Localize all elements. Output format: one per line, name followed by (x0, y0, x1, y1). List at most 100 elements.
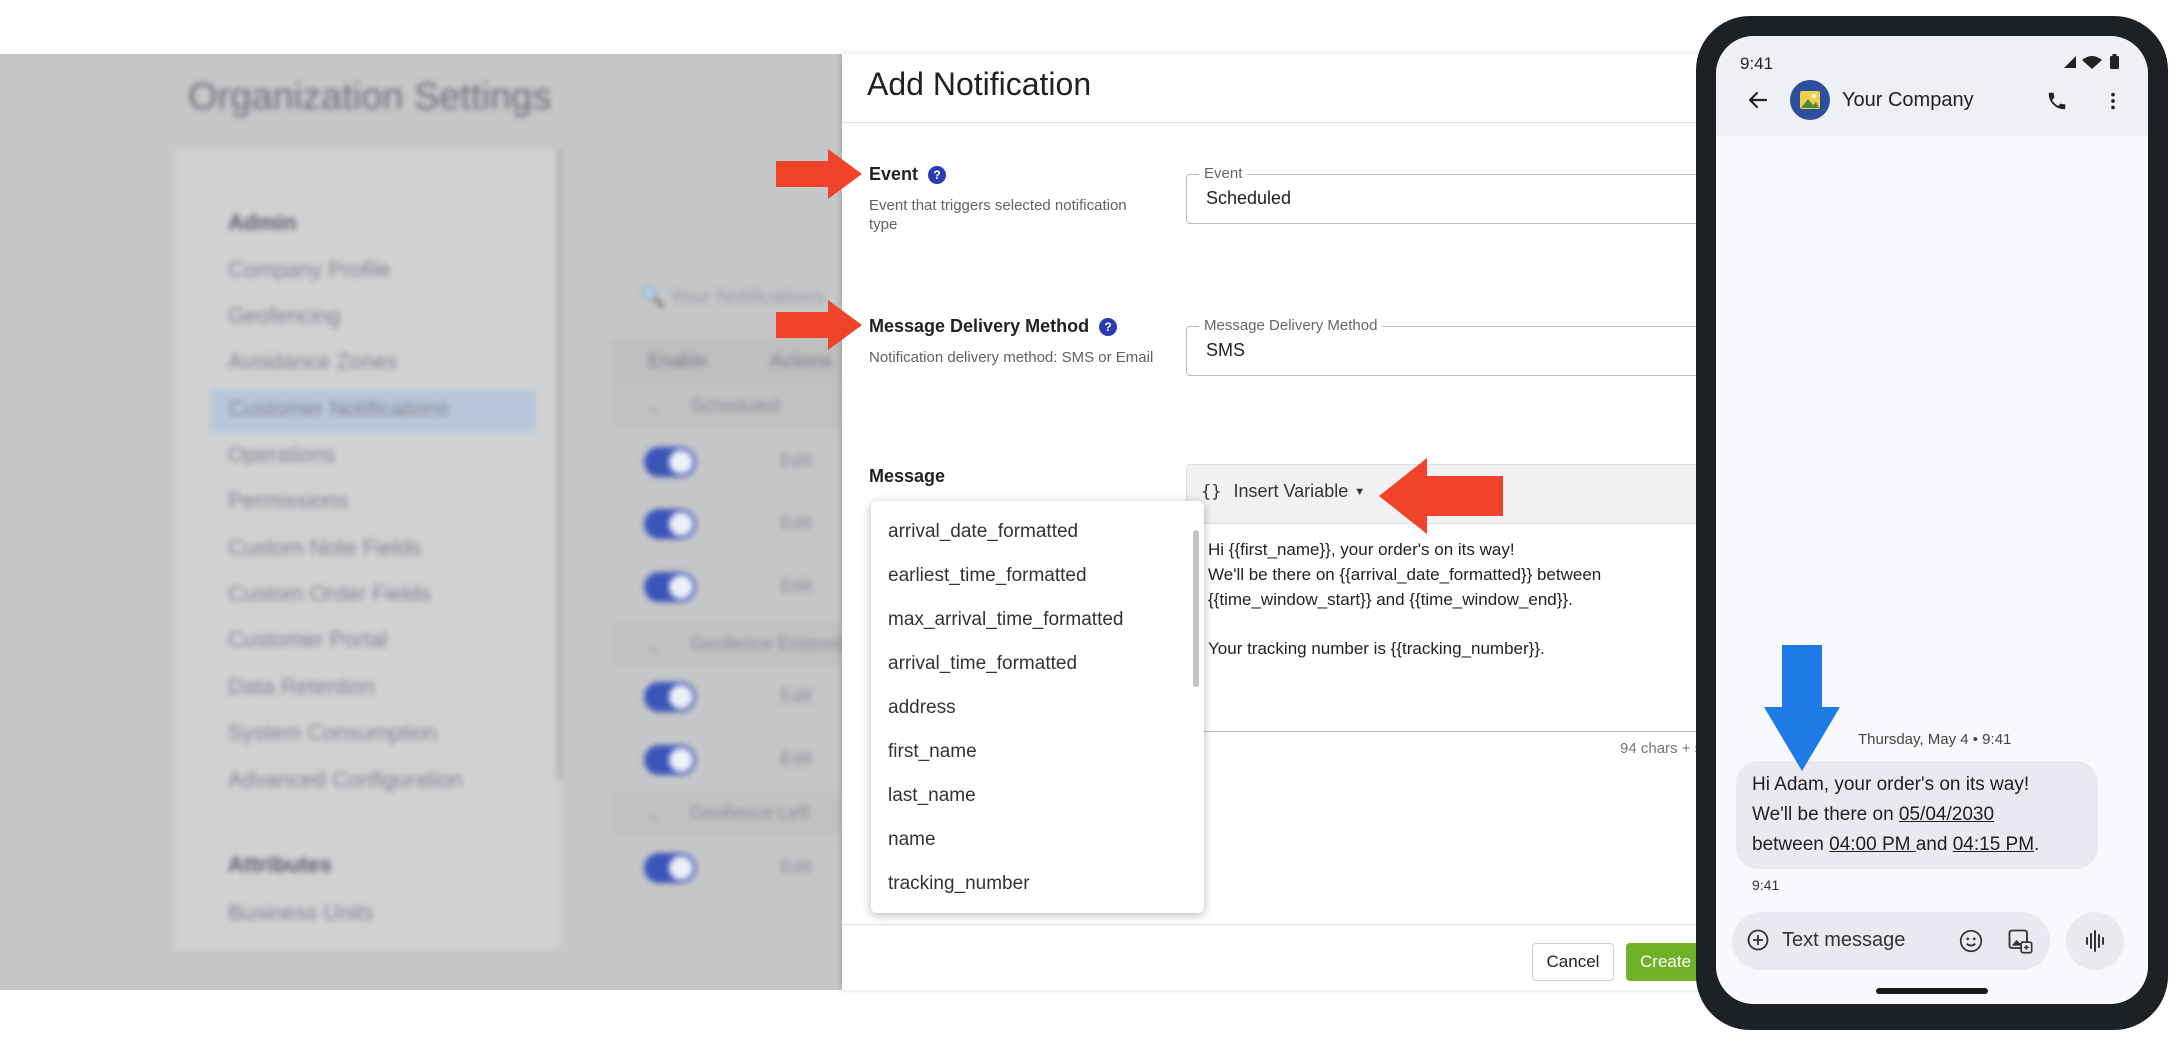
more-vert-icon[interactable] (2102, 90, 2124, 112)
bg-sidebar-item[interactable]: System Consumption (228, 720, 437, 746)
bg-edit-link[interactable]: Edit (780, 451, 813, 473)
chat-area (1716, 136, 2148, 1004)
modal-footer-divider (842, 924, 1722, 925)
variable-option[interactable]: tracking_number (888, 873, 1030, 895)
message-label: Message (869, 466, 946, 486)
message-line: Your tracking number is {{tracking_numbe… (1208, 639, 1545, 658)
bg-group-label: Geofence Left (690, 803, 810, 824)
dropdown-scrollbar[interactable] (1193, 530, 1199, 687)
bg-chevron-icon: ⌄ (647, 638, 661, 655)
bg-enable-toggle[interactable] (644, 447, 696, 477)
bg-page-title: Organization Settings (188, 76, 552, 118)
bg-col-enable: Enable (648, 351, 708, 372)
message-line: {{time_window_start}} and {{time_window_… (1208, 590, 1573, 609)
message-line-1: Hi Adam, your order's on its way! (1752, 774, 2030, 795)
variable-option[interactable]: last_name (888, 785, 976, 807)
bg-sidebar-item[interactable]: Business Units (228, 900, 374, 926)
voice-button[interactable] (2066, 912, 2124, 970)
bg-sidebar-item[interactable]: Avoidance Zones (228, 349, 398, 375)
braces-icon: {} (1201, 482, 1222, 502)
bg-group-row[interactable]: ⌄ Geofence Entered (612, 622, 842, 666)
message-text: and (1915, 834, 1953, 855)
message-time-end: 04:15 PM (1952, 834, 2035, 855)
variable-dropdown: arrival_date_formatted earliest_time_for… (871, 501, 1204, 913)
help-icon[interactable]: ? (928, 166, 947, 184)
event-label: Event? (869, 164, 947, 185)
delivery-method-select[interactable]: Message Delivery Method SMS (1186, 317, 1722, 376)
bg-edit-link[interactable]: Edit (780, 686, 813, 708)
variable-option[interactable]: address (888, 697, 956, 719)
delivery-method-description: Notification delivery method: SMS or Ema… (869, 349, 1154, 366)
bg-sidebar-item[interactable]: Customer Notifications (228, 396, 449, 422)
bg-sidebar-item[interactable]: Permissions (228, 488, 348, 514)
compose-bar: Text message (1732, 912, 2050, 970)
help-icon[interactable]: ? (1099, 318, 1118, 336)
bg-enable-toggle[interactable] (644, 572, 696, 602)
message-bubble[interactable]: Hi Adam, your order's on its way! We'll … (1736, 761, 2098, 869)
message-time-start: 04:00 PM (1829, 834, 1916, 855)
insert-variable-button[interactable]: {} Insert Variable ▼ (1201, 481, 1365, 502)
bg-sidebar-item[interactable]: Company Profile (228, 257, 391, 283)
bg-sidebar-item[interactable]: Custom Order Fields (228, 581, 431, 607)
message-text: We'll be there on (1752, 804, 1899, 825)
bg-edit-link[interactable]: Edit (780, 576, 813, 598)
text-message-input[interactable]: Text message (1782, 929, 1905, 952)
bg-chevron-icon: ⌄ (647, 807, 661, 824)
delivery-method-legend: Message Delivery Method (1199, 317, 1383, 334)
bg-enable-toggle[interactable] (644, 745, 696, 775)
bg-group-row[interactable]: ⌄ Geofence Left (612, 791, 842, 835)
phone-call-icon[interactable] (2046, 90, 2068, 112)
event-select-value: Scheduled (1206, 188, 1292, 208)
message-editor[interactable]: Hi {{first_name}}, your order's on its w… (1186, 524, 1722, 732)
bg-sidebar-divider (556, 149, 564, 779)
messages-app-bar (1716, 36, 2148, 136)
bg-sidebar-item[interactable]: Custom Note Fields (228, 535, 421, 561)
variable-option[interactable]: earliest_time_formatted (888, 565, 1087, 587)
char-count: 94 chars + s (1620, 740, 1703, 757)
bg-enable-toggle[interactable] (644, 853, 696, 883)
bg-sidebar-item[interactable]: Operations (228, 442, 336, 468)
bg-group-row[interactable]: ⌄ Scheduled (612, 384, 842, 428)
bg-col-actions: Actions (770, 351, 833, 372)
variable-option[interactable]: name (888, 829, 936, 851)
bg-edit-link[interactable]: Edit (780, 749, 813, 771)
message-line: We'll be there on {{arrival_date_formatt… (1208, 565, 1602, 584)
bg-edit-link[interactable]: Edit (780, 857, 813, 879)
bg-enable-toggle[interactable] (644, 509, 696, 539)
contact-name: Your Company (1842, 89, 1974, 111)
variable-option[interactable]: first_name (888, 741, 977, 763)
message-text: . (2034, 834, 2040, 855)
message-date: 05/04/2030 (1898, 804, 1995, 825)
add-circle-icon[interactable] (1746, 928, 1770, 952)
bg-sidebar-item[interactable]: Geofencing (228, 303, 341, 329)
status-icons (2062, 54, 2126, 75)
cancel-button[interactable]: Cancel (1532, 943, 1614, 981)
red-arrow-icon (776, 149, 862, 199)
variable-option[interactable]: max_arrival_time_formatted (888, 609, 1123, 631)
background-app: Organization Settings Admin Company Prof… (0, 54, 842, 990)
bg-enable-toggle[interactable] (644, 682, 696, 712)
message-line-2: We'll be there on 05/04/2030 (1752, 804, 1994, 826)
event-description: Event that triggers selected notificatio… (869, 197, 1127, 233)
modal-header-divider (842, 122, 1722, 123)
bg-edit-link[interactable]: Edit (780, 513, 813, 535)
bg-sidebar-item[interactable]: Data Retention (228, 674, 375, 700)
waveform-icon (2086, 930, 2104, 952)
insert-variable-label: Insert Variable (1233, 481, 1349, 501)
message-text: between (1752, 834, 1830, 855)
event-select[interactable]: Event Scheduled (1186, 165, 1722, 224)
delivery-method-label: Message Delivery Method? (869, 316, 1118, 337)
gallery-icon[interactable] (2006, 927, 2034, 955)
variable-option[interactable]: arrival_time_formatted (888, 653, 1077, 675)
bg-sidebar-item[interactable]: Advanced Configuration (228, 767, 463, 793)
message-line: Hi {{first_name}}, your order's on its w… (1208, 540, 1515, 559)
delivery-method-value: SMS (1206, 340, 1246, 360)
status-bar-time: 9:41 (1740, 54, 1774, 73)
back-arrow-icon[interactable] (1746, 88, 1770, 112)
avatar[interactable] (1790, 80, 1830, 120)
emoji-icon[interactable] (1958, 928, 1984, 954)
variable-option[interactable]: arrival_date_formatted (888, 521, 1078, 543)
bg-sidebar-header-attributes: Attributes (228, 852, 332, 877)
bg-sidebar-item[interactable]: Customer Portal (228, 627, 387, 653)
bg-chevron-icon: ⌄ (647, 400, 661, 417)
